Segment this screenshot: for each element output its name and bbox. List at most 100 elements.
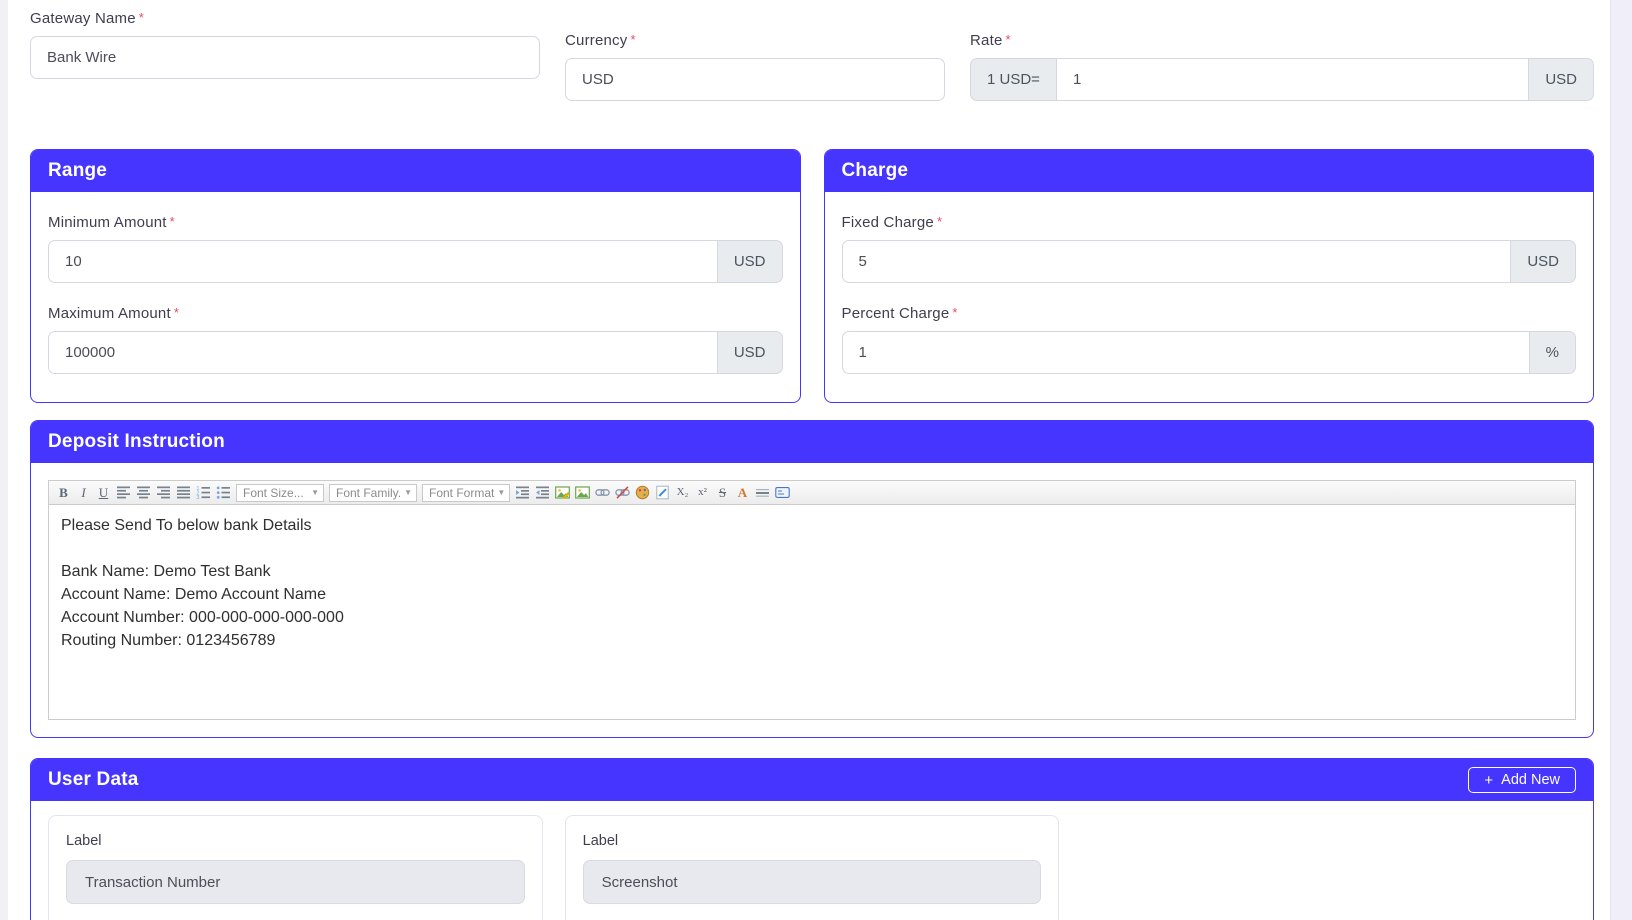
rate-label-text: Rate <box>970 32 1003 49</box>
percent-charge-input[interactable] <box>842 331 1530 374</box>
gateway-settings-row: Gateway Name* Currency* Rate* 1 USD= USD <box>30 0 1594 101</box>
plus-icon: + <box>1484 773 1493 788</box>
strikethrough-icon[interactable]: S <box>713 483 732 502</box>
required-asterisk: * <box>1006 32 1011 47</box>
editor-text-line: Account Name: Demo Account Name <box>61 583 1563 606</box>
indent-icon[interactable] <box>513 483 532 502</box>
field1-label-input[interactable] <box>66 860 525 904</box>
italic-icon[interactable]: I <box>74 483 93 502</box>
currency-label-text: Currency <box>565 32 627 49</box>
rate-field: Rate* 1 USD= USD <box>970 32 1594 101</box>
percent-charge-field: Percent Charge* % <box>842 305 1577 374</box>
currency-field: Currency* <box>565 32 945 101</box>
edit-page-icon[interactable] <box>653 483 672 502</box>
required-asterisk: * <box>170 214 175 229</box>
user-data-body: Label Type Label Type <box>31 801 1593 920</box>
payment-gateway-form: Gateway Name* Currency* Rate* 1 USD= USD <box>30 0 1594 920</box>
color-palette-icon[interactable] <box>633 483 652 502</box>
deposit-instruction-card: Deposit Instruction BIU 123 Font Size...▼ F… <box>30 420 1594 738</box>
charge-card-header: Charge <box>825 150 1594 192</box>
source-code-icon[interactable] <box>773 483 792 502</box>
chevron-down-icon: ▼ <box>497 488 505 497</box>
minimum-amount-currency-addon: USD <box>718 240 783 283</box>
editor-toolbar: BIU 123 Font Size...▼ Font Family.▼ Font For… <box>49 481 1575 505</box>
range-card-title: Range <box>48 160 107 182</box>
gateway-name-label: Gateway Name* <box>30 10 540 27</box>
percent-charge-percent-addon: % <box>1530 331 1576 374</box>
fixed-charge-input[interactable] <box>842 240 1512 283</box>
minimum-amount-input[interactable] <box>48 240 718 283</box>
link-icon[interactable] <box>593 483 612 502</box>
bold-icon[interactable]: B <box>54 483 73 502</box>
user-data-field-card-2: Label Type <box>565 815 1060 920</box>
deposit-instruction-title: Deposit Instruction <box>48 431 225 453</box>
font-family-select[interactable]: Font Family.▼ <box>329 484 417 502</box>
subscript-icon[interactable]: X₂ <box>673 483 692 502</box>
font-format-select[interactable]: Font Format▼ <box>422 484 510 502</box>
required-asterisk: * <box>174 305 179 320</box>
rich-text-editor: BIU 123 Font Size...▼ Font Family.▼ Font For… <box>48 480 1576 720</box>
required-asterisk: * <box>937 214 942 229</box>
editor-text-line: Bank Name: Demo Test Bank <box>61 560 1563 583</box>
gateway-name-input[interactable] <box>30 36 540 79</box>
align-justify-icon[interactable] <box>174 483 193 502</box>
add-new-button[interactable]: + Add New <box>1468 767 1576 793</box>
page-left-gutter <box>0 0 8 920</box>
field1-label-caption: Label <box>66 833 525 849</box>
percent-charge-label-text: Percent Charge <box>842 305 950 322</box>
editor-text-line: Routing Number: 0123456789 <box>61 629 1563 652</box>
outdent-icon[interactable] <box>533 483 552 502</box>
currency-label: Currency* <box>565 32 945 49</box>
minimum-amount-field: Minimum Amount* USD <box>48 214 783 283</box>
fixed-charge-group: USD <box>842 240 1577 283</box>
align-left-icon[interactable] <box>114 483 133 502</box>
rate-input-group: 1 USD= USD <box>970 58 1594 101</box>
user-data-title: User Data <box>48 769 139 791</box>
maximum-amount-group: USD <box>48 331 783 374</box>
font-size-select[interactable]: Font Size...▼ <box>236 484 324 502</box>
editor-text-line: Account Number: 000-000-000-000-000 <box>61 606 1563 629</box>
align-right-icon[interactable] <box>154 483 173 502</box>
percent-charge-group: % <box>842 331 1577 374</box>
chevron-down-icon: ▼ <box>311 488 319 497</box>
gateway-name-label-text: Gateway Name <box>30 10 136 27</box>
page-right-gutter <box>1610 0 1632 920</box>
range-card-body: Minimum Amount* USD Maximum Amount* USD <box>31 192 800 402</box>
maximum-amount-currency-addon: USD <box>718 331 783 374</box>
fixed-charge-label: Fixed Charge* <box>842 214 1577 231</box>
maximum-amount-label-text: Maximum Amount <box>48 305 171 322</box>
maximum-amount-input[interactable] <box>48 331 718 374</box>
minimum-amount-label: Minimum Amount* <box>48 214 783 231</box>
field2-label-input[interactable] <box>583 860 1042 904</box>
currency-input[interactable] <box>565 58 945 101</box>
rate-input[interactable] <box>1056 58 1529 101</box>
required-asterisk: * <box>952 305 957 320</box>
rate-prefix-addon: 1 USD= <box>970 58 1056 101</box>
fixed-charge-currency-addon: USD <box>1511 240 1576 283</box>
minimum-amount-label-text: Minimum Amount <box>48 214 167 231</box>
image-icon[interactable] <box>573 483 592 502</box>
ordered-list-icon[interactable]: 123 <box>194 483 213 502</box>
underline-icon[interactable]: U <box>94 483 113 502</box>
rate-currency-addon: USD <box>1529 58 1594 101</box>
required-asterisk: * <box>139 10 144 25</box>
user-data-card: User Data + Add New Label Type Label Typ… <box>30 758 1594 920</box>
deposit-instruction-editor-content[interactable]: Please Send To below bank Details Bank Na… <box>49 505 1575 719</box>
superscript-icon[interactable]: x² <box>693 483 712 502</box>
image-upload-icon[interactable] <box>553 483 572 502</box>
deposit-instruction-header: Deposit Instruction <box>31 421 1593 463</box>
fixed-charge-field: Fixed Charge* USD <box>842 214 1577 283</box>
editor-text-line: Please Send To below bank Details <box>61 514 1563 537</box>
unordered-list-icon[interactable] <box>214 483 233 502</box>
remove-format-icon[interactable]: A <box>733 483 752 502</box>
maximum-amount-field: Maximum Amount* USD <box>48 305 783 374</box>
horizontal-rule-icon[interactable] <box>753 483 772 502</box>
user-data-header: User Data + Add New <box>31 759 1593 801</box>
charge-card: Charge Fixed Charge* USD Percent Charge* <box>824 149 1595 403</box>
range-card: Range Minimum Amount* USD Maximum Amount… <box>30 149 801 403</box>
unlink-icon[interactable] <box>613 483 632 502</box>
align-center-icon[interactable] <box>134 483 153 502</box>
field2-label-caption: Label <box>583 833 1042 849</box>
user-data-field-card-1: Label Type <box>48 815 543 920</box>
editor-text-line <box>61 537 1563 560</box>
